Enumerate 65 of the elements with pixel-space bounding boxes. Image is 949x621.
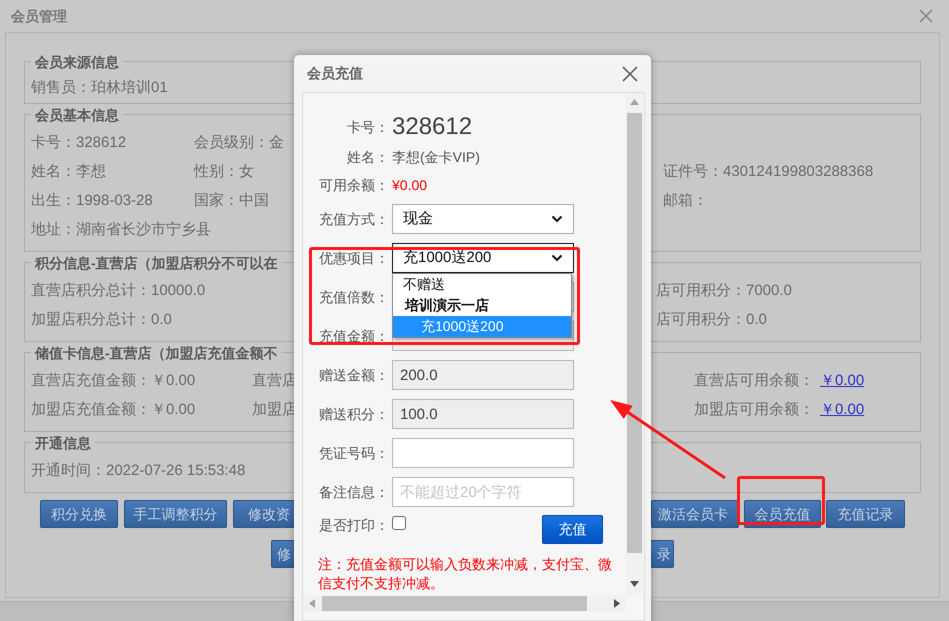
action-button[interactable]: 激活会员卡	[651, 500, 739, 528]
field-label: 赠送积分：	[318, 404, 389, 424]
dropdown-option[interactable]: 不赠送	[393, 274, 571, 295]
field-label: 可用余额：	[318, 176, 389, 194]
scroll-left-icon[interactable]	[309, 599, 315, 608]
info-text: 店可用积分：7000.0	[656, 281, 792, 302]
member-name: 李想(金卡VIP)	[392, 148, 480, 167]
info-text: 证件号：430124199803288368	[663, 162, 874, 182]
action-button[interactable]: 充值记录	[826, 500, 905, 528]
chevron-icon	[551, 215, 563, 223]
info-text: 开通时间：2022-07-26 15:53:48	[31, 461, 246, 482]
field-label: 备注信息：	[318, 482, 389, 502]
group-legend: 储值卡信息-直营店（加盟店充值金额不	[31, 343, 282, 363]
option-group-label: 培训演示一店	[404, 296, 490, 315]
info-text: 姓名：李想	[31, 162, 107, 182]
info-text: 国家：中国	[194, 191, 269, 212]
field-label: 赠送金额：	[318, 366, 389, 384]
info-text: 销售员：珀林培训01	[31, 78, 169, 98]
scroll-right-icon[interactable]	[614, 599, 620, 608]
group-legend: 会员基本信息	[31, 105, 123, 125]
group-legend: 积分信息-直营店（加盟店积分不可以在	[31, 253, 282, 273]
info-text: 加盟店积分总计：0.0	[31, 310, 173, 330]
balance-amount: ¥0.00	[392, 176, 428, 194]
group-legend: 会员来源信息	[31, 52, 123, 72]
balance-link[interactable]: ￥0.00	[820, 370, 864, 393]
horizontal-scrollbar[interactable]	[303, 595, 626, 612]
vertical-scrollbar[interactable]	[626, 93, 643, 595]
balance-link[interactable]: ￥0.00	[820, 399, 864, 422]
field-label: 姓名：	[346, 148, 389, 166]
info-text: 直营店充值金额：￥0.00	[31, 371, 196, 392]
close-icon[interactable]	[622, 66, 638, 82]
input-field[interactable]: 不能超过20个字符	[392, 477, 574, 507]
recharge-button[interactable]: 充值	[542, 515, 603, 544]
dialog-title: 会员充值	[307, 64, 363, 83]
chevron-icon	[551, 254, 563, 262]
scroll-up-icon[interactable]	[630, 99, 639, 105]
select-field[interactable]: 充1000送200	[392, 243, 574, 273]
info-text: 会员级别：金	[194, 133, 284, 154]
select-field[interactable]: 现金	[392, 204, 574, 234]
info-text: 店可用积分：0.0	[656, 310, 767, 330]
info-text: 邮箱：	[663, 191, 708, 212]
field-label: 充值方式：	[318, 210, 389, 228]
field-label: 优惠项目：	[318, 248, 389, 268]
action-button[interactable]: 积分兑换	[40, 500, 118, 528]
info-text: 地址：湖南省长沙市宁乡县	[31, 220, 211, 240]
print-checkbox[interactable]	[392, 516, 406, 530]
dropdown-option[interactable]: 充1000送200	[393, 316, 571, 337]
field-label: 是否打印：	[318, 516, 389, 535]
info-label: 直营店可用余额：	[694, 371, 814, 392]
info-text: 直营店积分总计：10000.0	[31, 281, 206, 302]
info-text: 性别：女	[194, 162, 254, 182]
field-label: 卡号：	[346, 118, 389, 136]
info-text: 加盟店充值金额：￥0.00	[31, 400, 196, 420]
field-label: 充值倍数：	[318, 288, 389, 306]
action-button[interactable]: 手工调整积分	[124, 500, 227, 528]
group-legend: 开通信息	[31, 433, 95, 453]
card-number: 328612	[392, 112, 472, 142]
input-field[interactable]	[392, 438, 574, 468]
scroll-down-icon[interactable]	[630, 581, 639, 587]
field-label: 凭证号码：	[318, 444, 389, 462]
note-text: 注：充值金额可以输入负数来冲减，支付宝、微信支付不支持冲减。	[318, 555, 613, 593]
info-label: 加盟店可用余额：	[694, 400, 814, 420]
window-title: 会员管理	[11, 6, 67, 26]
info-text: 卡号：328612	[31, 133, 128, 154]
info-text: 出生：1998-03-28	[31, 191, 154, 212]
